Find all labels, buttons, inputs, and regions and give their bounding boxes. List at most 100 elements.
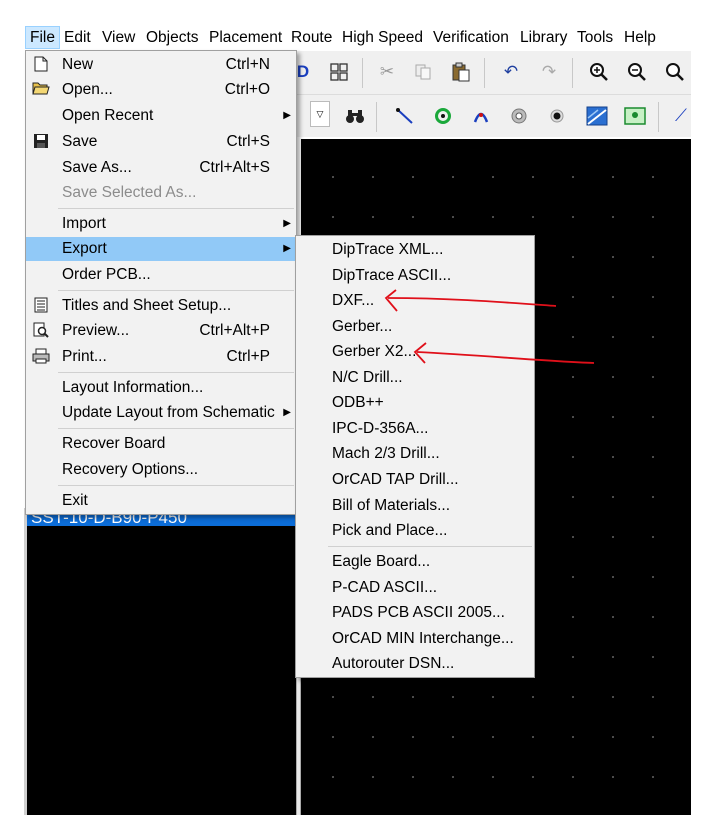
menu-item-print[interactable]: Print... Ctrl+P bbox=[26, 345, 296, 369]
menu-item-exit[interactable]: Exit bbox=[26, 489, 296, 513]
arc-icon[interactable] bbox=[468, 103, 494, 129]
redo-icon[interactable]: ↷ bbox=[536, 59, 562, 85]
menu-item-save[interactable]: Save Ctrl+S bbox=[26, 130, 296, 154]
measure-icon[interactable]: ⟋ bbox=[668, 103, 694, 129]
dropdown-chevron-icon[interactable]: ▽ bbox=[310, 101, 330, 127]
zoom-in-icon[interactable] bbox=[586, 59, 612, 85]
menu-item-new[interactable]: New Ctrl+N bbox=[26, 53, 296, 77]
menu-item-label: Bill of Materials... bbox=[332, 497, 451, 514]
menu-file[interactable]: File bbox=[25, 26, 60, 49]
menu-item-recover-board[interactable]: Recover Board bbox=[26, 432, 296, 456]
menu-item-label: P-CAD ASCII... bbox=[332, 579, 438, 596]
export-item-pcad-ascii[interactable]: P-CAD ASCII... bbox=[296, 576, 534, 600]
menu-item-label: Save bbox=[62, 133, 98, 150]
menu-separator bbox=[58, 485, 294, 486]
menu-item-label: Open... bbox=[62, 81, 113, 98]
menu-item-label: Open Recent bbox=[62, 107, 154, 124]
menu-placement[interactable]: Placement bbox=[205, 26, 286, 49]
menu-item-label: OrCAD TAP Drill... bbox=[332, 471, 459, 488]
copy-icon[interactable] bbox=[410, 59, 436, 85]
paste-icon[interactable] bbox=[448, 59, 474, 85]
export-item-autorouter-dsn[interactable]: Autorouter DSN... bbox=[296, 652, 534, 676]
toolbar-separator bbox=[658, 102, 659, 132]
menu-separator bbox=[58, 372, 294, 373]
component-list-panel[interactable] bbox=[27, 508, 296, 815]
menu-tools[interactable]: Tools bbox=[573, 26, 617, 49]
menu-item-label: Pick and Place... bbox=[332, 522, 448, 539]
menu-route[interactable]: Route bbox=[287, 26, 336, 49]
open-folder-icon bbox=[32, 81, 50, 99]
menu-item-label: Layout Information... bbox=[62, 379, 204, 396]
menu-verification[interactable]: Verification bbox=[429, 26, 513, 49]
export-item-diptrace-xml[interactable]: DipTrace XML... bbox=[296, 238, 534, 262]
menu-item-order-pcb[interactable]: Order PCB... bbox=[26, 263, 296, 287]
menu-edit[interactable]: Edit bbox=[60, 26, 95, 49]
menu-library[interactable]: Library bbox=[516, 26, 571, 49]
menu-item-open-recent[interactable]: Open Recent ▶ bbox=[26, 104, 296, 128]
zoom-out-icon[interactable] bbox=[624, 59, 650, 85]
export-item-diptrace-ascii[interactable]: DipTrace ASCII... bbox=[296, 264, 534, 288]
main-toolbar: D ✂ ↶ ↷ bbox=[296, 51, 691, 95]
menu-item-label: Import bbox=[62, 215, 106, 232]
submenu-arrow-icon: ▶ bbox=[283, 243, 291, 254]
menu-item-save-as[interactable]: Save As... Ctrl+Alt+S bbox=[26, 156, 296, 180]
printer-icon bbox=[32, 348, 50, 366]
menu-item-open[interactable]: Open... Ctrl+O bbox=[26, 78, 296, 102]
export-item-gerber-x2[interactable]: Gerber X2... bbox=[296, 340, 534, 364]
menu-item-label: Save As... bbox=[62, 159, 132, 176]
export-item-orcad-tap-drill[interactable]: OrCAD TAP Drill... bbox=[296, 468, 534, 492]
menu-high-speed[interactable]: High Speed bbox=[338, 26, 427, 49]
menu-item-preview[interactable]: Preview... Ctrl+Alt+P bbox=[26, 319, 296, 343]
copper-pour-icon[interactable] bbox=[584, 103, 610, 129]
menu-item-label: Gerber X2... bbox=[332, 343, 417, 360]
menu-item-label: DipTrace ASCII... bbox=[332, 267, 452, 284]
route-trace-icon[interactable] bbox=[392, 103, 418, 129]
menu-item-recovery-options[interactable]: Recovery Options... bbox=[26, 458, 296, 482]
menu-item-label: Mach 2/3 Drill... bbox=[332, 445, 440, 462]
menu-objects[interactable]: Objects bbox=[142, 26, 203, 49]
export-item-eagle-board[interactable]: Eagle Board... bbox=[296, 550, 534, 574]
find-binoculars-icon[interactable] bbox=[342, 103, 368, 129]
grid-view-icon[interactable] bbox=[326, 59, 352, 85]
zoom-fit-icon[interactable] bbox=[662, 59, 688, 85]
toolbar-separator bbox=[376, 102, 377, 132]
menu-separator bbox=[58, 428, 294, 429]
menu-view[interactable]: View bbox=[98, 26, 139, 49]
export-item-ipc-d-356a[interactable]: IPC-D-356A... bbox=[296, 417, 534, 441]
export-item-pads-pcb-ascii[interactable]: PADS PCB ASCII 2005... bbox=[296, 601, 534, 625]
export-item-gerber[interactable]: Gerber... bbox=[296, 315, 534, 339]
menu-item-layout-information[interactable]: Layout Information... bbox=[26, 376, 296, 400]
export-item-nc-drill[interactable]: N/C Drill... bbox=[296, 366, 534, 390]
shortcut-label: Ctrl+N bbox=[225, 56, 270, 73]
menu-item-export[interactable]: Export ▶ bbox=[26, 237, 296, 261]
document-list-icon bbox=[32, 297, 50, 315]
print-preview-icon bbox=[32, 322, 50, 340]
menu-item-update-layout[interactable]: Update Layout from Schematic ▶ bbox=[26, 401, 296, 425]
shortcut-label: Ctrl+Alt+S bbox=[199, 159, 270, 176]
undo-icon[interactable]: ↶ bbox=[498, 59, 524, 85]
menu-item-label: PADS PCB ASCII 2005... bbox=[332, 604, 505, 621]
shortcut-label: Ctrl+S bbox=[226, 133, 271, 150]
export-item-mach-drill[interactable]: Mach 2/3 Drill... bbox=[296, 442, 534, 466]
export-item-dxf[interactable]: DXF... bbox=[296, 289, 534, 313]
menu-item-label: ODB++ bbox=[332, 394, 384, 411]
export-item-odb[interactable]: ODB++ bbox=[296, 391, 534, 415]
menu-item-titles-sheet-setup[interactable]: Titles and Sheet Setup... bbox=[26, 294, 296, 318]
menu-item-label: Order PCB... bbox=[62, 266, 151, 283]
submenu-arrow-icon: ▶ bbox=[283, 218, 291, 229]
via-icon[interactable] bbox=[430, 103, 456, 129]
export-item-bill-of-materials[interactable]: Bill of Materials... bbox=[296, 494, 534, 518]
menu-item-label: Preview... bbox=[62, 322, 130, 339]
menu-item-label: Titles and Sheet Setup... bbox=[62, 297, 232, 314]
menu-item-import[interactable]: Import ▶ bbox=[26, 212, 296, 236]
shortcut-label: Ctrl+P bbox=[226, 348, 271, 365]
export-item-pick-and-place[interactable]: Pick and Place... bbox=[296, 519, 534, 543]
pad-icon[interactable] bbox=[506, 103, 532, 129]
dot-pad-icon[interactable] bbox=[544, 103, 570, 129]
menu-help[interactable]: Help bbox=[620, 26, 660, 49]
toolbar-separator bbox=[484, 58, 485, 88]
image-icon[interactable] bbox=[622, 103, 648, 129]
export-submenu: DipTrace XML... DipTrace ASCII... DXF...… bbox=[295, 235, 535, 678]
cut-icon[interactable]: ✂ bbox=[374, 59, 400, 85]
export-item-orcad-min[interactable]: OrCAD MIN Interchange... bbox=[296, 627, 534, 651]
